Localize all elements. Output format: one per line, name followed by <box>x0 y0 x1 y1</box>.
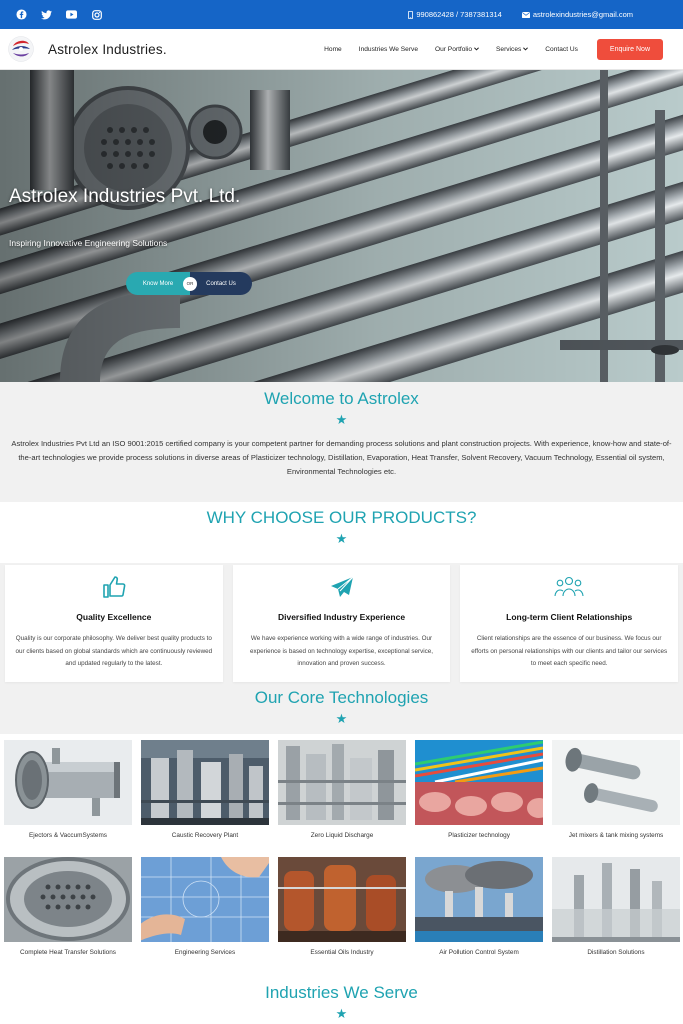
top-bar: 990862428 / 7387381314 astrolexindustrie… <box>0 0 683 29</box>
know-more-button[interactable]: Know More <box>126 272 190 295</box>
tech-item-air-pollution[interactable]: Air Pollution Control System <box>415 857 543 974</box>
tech-item-distillation[interactable]: Distillation Solutions <box>552 857 680 974</box>
tech-item-jet-mixers[interactable]: Jet mixers & tank mixing systems <box>552 740 680 857</box>
card-title: Diversified Industry Experience <box>277 612 406 622</box>
tech-label: Air Pollution Control System <box>439 949 519 956</box>
essential-oils-plant-image <box>278 857 406 942</box>
tech-label: Essential Oils Industry <box>310 949 374 956</box>
nav-industries[interactable]: Industries We Serve <box>359 46 418 53</box>
tech-label: Plasticizer technology <box>448 832 510 839</box>
zero-liquid-discharge-image <box>278 740 406 825</box>
tech-label: Ejectors & VaccumSystems <box>28 832 107 839</box>
facebook-icon[interactable] <box>16 9 27 20</box>
heat-exchanger-image <box>4 740 132 825</box>
twitter-icon[interactable] <box>41 9 52 20</box>
youtube-icon[interactable] <box>66 9 77 20</box>
contact-us-button[interactable]: Contact Us <box>190 272 252 295</box>
main-nav: Home Industries We Serve Our Portfolio S… <box>324 38 675 60</box>
star-icon: ★ <box>335 1006 348 1021</box>
plasticizer-cables-image <box>415 740 543 825</box>
feature-card-relationships: Long-term Client Relationships Client re… <box>460 565 679 682</box>
hero-buttons: Know More OR Contact Us <box>126 272 252 295</box>
envelope-icon <box>521 11 530 18</box>
paper-plane-icon <box>243 574 441 600</box>
site-header: Astrolex Industries. Home Industries We … <box>0 29 683 70</box>
tech-item-engineering[interactable]: Engineering Services <box>141 857 269 974</box>
chevron-down-icon <box>523 46 529 53</box>
industries-title: Industries We Serve <box>265 983 418 1002</box>
pipes-background-image <box>0 70 683 382</box>
tech-label: Caustic Recovery Plant <box>171 832 239 839</box>
brand-name[interactable]: Astrolex Industries. <box>48 42 167 57</box>
card-title: Long-term Client Relationships <box>506 612 633 622</box>
tech-item-caustic[interactable]: Caustic Recovery Plant <box>141 740 269 857</box>
tech-label: Zero Liquid Discharge <box>310 832 374 839</box>
contact-info: 990862428 / 7387381314 astrolexindustrie… <box>408 10 633 19</box>
core-technologies-header: Our Core Technologies ★ <box>0 682 683 734</box>
hero-banner: Astrolex Industries Pvt. Ltd. Inspiring … <box>0 70 683 382</box>
email-address: astrolexindustries@gmail.com <box>532 10 633 19</box>
chevron-down-icon <box>474 46 479 53</box>
tech-label: Jet mixers & tank mixing systems <box>568 832 664 839</box>
star-icon: ★ <box>335 711 348 726</box>
feature-card-quality: Quality Excellence Quality is our corpor… <box>5 565 223 682</box>
tech-item-heat-transfer[interactable]: Complete Heat Transfer Solutions <box>4 857 132 974</box>
enquire-now-button[interactable]: Enquire Now <box>596 38 663 60</box>
jet-mixer-image <box>552 740 680 825</box>
nav-contact[interactable]: Contact Us <box>545 46 578 53</box>
tube-sheet-image <box>4 857 132 942</box>
industries-section: Industries We Serve ★ <box>0 974 683 1023</box>
nav-portfolio[interactable]: Our Portfolio <box>435 46 479 53</box>
or-badge: OR <box>183 276 197 291</box>
tech-label: Complete Heat Transfer Solutions <box>20 949 116 956</box>
email-contact[interactable]: astrolexindustries@gmail.com <box>521 10 633 19</box>
welcome-section: Welcome to Astrolex ★ Astrolex Industrie… <box>0 382 683 502</box>
star-icon: ★ <box>335 531 348 546</box>
nav-services[interactable]: Services <box>496 46 529 53</box>
tech-item-essential-oils[interactable]: Essential Oils Industry <box>278 857 406 974</box>
card-title: Quality Excellence <box>76 612 152 622</box>
users-icon <box>470 574 668 600</box>
phone-contact[interactable]: 990862428 / 7387381314 <box>408 10 502 19</box>
mobile-phone-icon <box>408 10 414 19</box>
why-choose-section: WHY CHOOSE OUR PRODUCTS? ★ <box>0 502 683 563</box>
tech-item-zld[interactable]: Zero Liquid Discharge <box>278 740 406 857</box>
hero-subtitle: Inspiring Innovative Engineering Solutio… <box>9 238 168 248</box>
social-links <box>16 9 102 20</box>
tech-item-ejectors[interactable]: Ejectors & VaccumSystems <box>4 740 132 857</box>
phone-number: 990862428 / 7387381314 <box>416 10 502 19</box>
card-text: We have experience working with a wide r… <box>249 635 434 667</box>
core-title: Our Core Technologies <box>254 688 429 707</box>
technologies-grid: Ejectors & VaccumSystems Caustic Recover… <box>0 734 683 974</box>
tech-label: Distillation Solutions <box>587 949 645 956</box>
feature-cards: Quality Excellence Quality is our corpor… <box>0 563 683 682</box>
card-text: Quality is our corporate philosophy. We … <box>15 635 213 667</box>
feature-card-experience: Diversified Industry Experience We have … <box>232 565 451 682</box>
tech-item-plasticizer[interactable]: Plasticizer technology <box>415 740 543 857</box>
welcome-text: Astrolex Industries Pvt Ltd an ISO 9001:… <box>11 439 672 476</box>
card-text: Client relationships are the essence of … <box>471 635 668 667</box>
brand-logo[interactable] <box>8 36 34 62</box>
caustic-plant-image <box>141 740 269 825</box>
why-title: WHY CHOOSE OUR PRODUCTS? <box>206 508 477 527</box>
blueprint-image <box>141 857 269 942</box>
distillation-columns-image <box>552 857 680 942</box>
instagram-icon[interactable] <box>91 9 102 20</box>
welcome-title: Welcome to Astrolex <box>264 389 419 408</box>
hero-title: Astrolex Industries Pvt. Ltd. <box>9 186 241 207</box>
thumbs-up-icon <box>15 574 213 600</box>
factory-smoke-image <box>415 857 543 942</box>
star-icon: ★ <box>335 412 348 427</box>
tech-label: Engineering Services <box>174 949 236 956</box>
nav-home[interactable]: Home <box>324 46 342 53</box>
